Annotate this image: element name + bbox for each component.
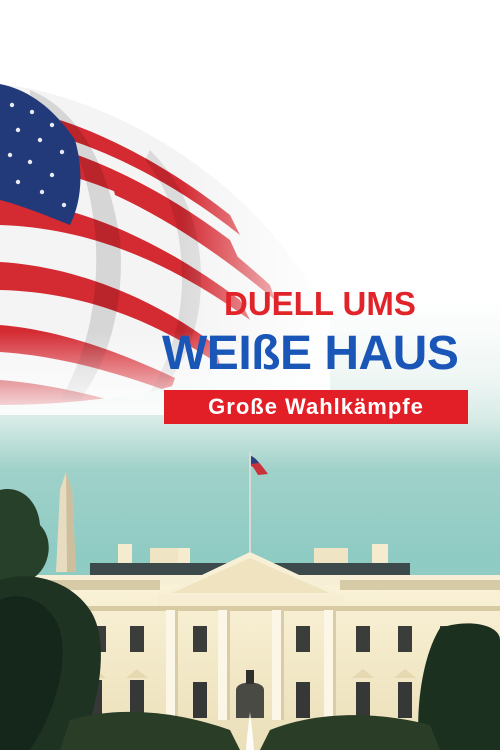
washington-monument-illustration [56,472,76,572]
subtitle-text: Große Wahlkämpfe [208,394,424,419]
title-line-2: WEIßE HAUS [162,327,459,380]
title-line-1: DUELL UMS [224,285,416,322]
rooftop-flag [249,452,268,552]
movie-poster: DUELL UMS WEIßE HAUS Große Wahlkämpfe [0,0,500,750]
